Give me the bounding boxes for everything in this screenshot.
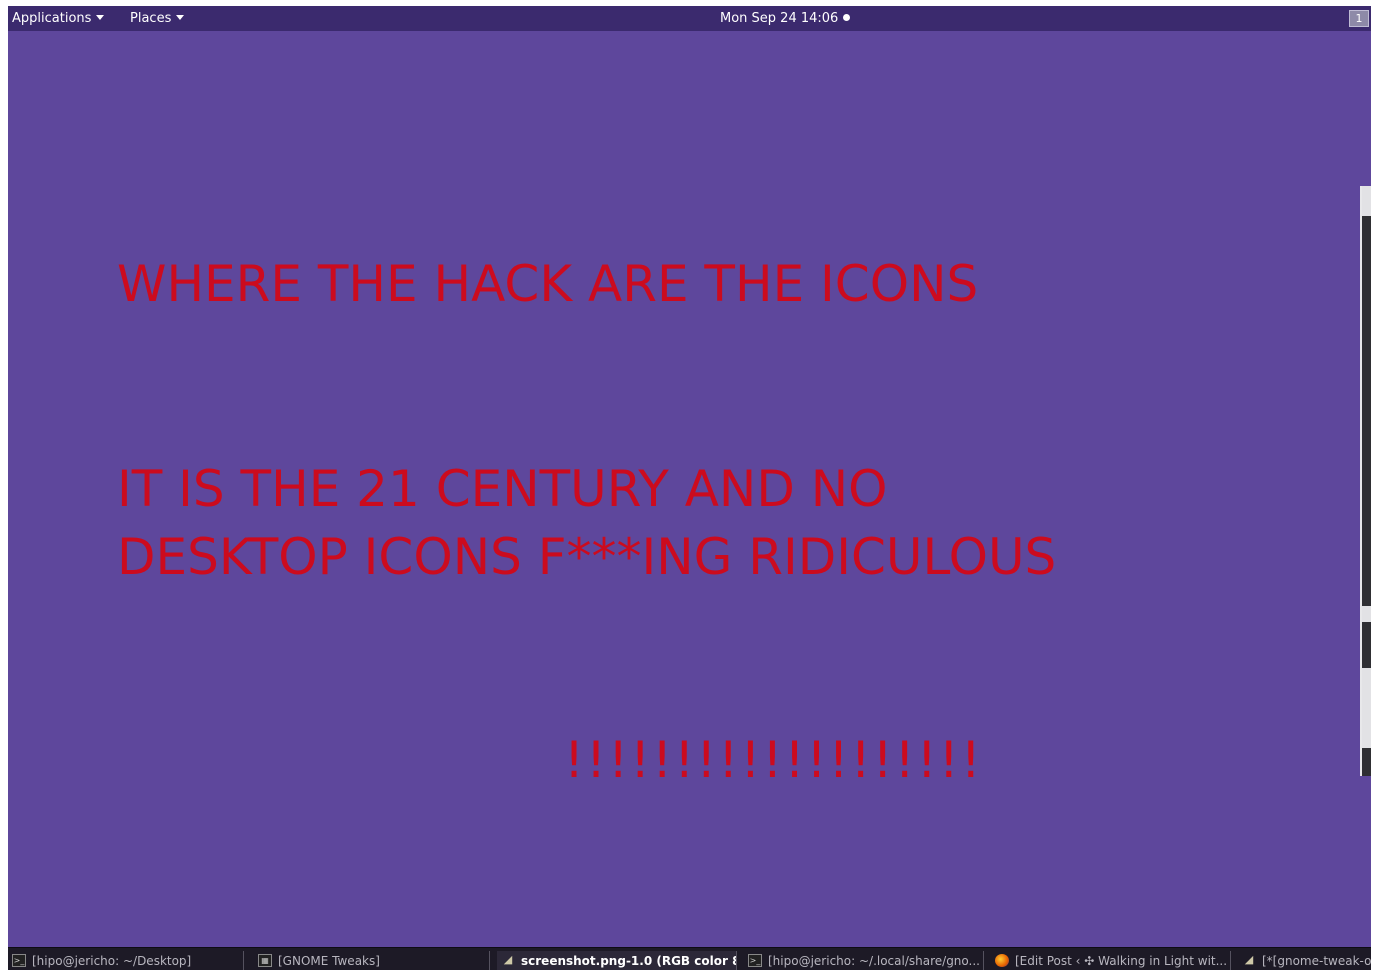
taskbar: >_ [hipo@jericho: ~/Desktop] ▦ [GNOME Tw… (8, 947, 1371, 970)
caret-down-icon (176, 15, 185, 20)
desktop-text-line-1: WHERE THE HACK ARE THE ICONS (117, 255, 979, 313)
taskbar-item-firefox[interactable]: [Edit Post ‹ ✣ Walking in Light wit... (991, 951, 1231, 970)
caret-down-icon (96, 15, 105, 20)
offscreen-window-edge[interactable] (1360, 186, 1371, 776)
taskbar-item-gnome-tweaks[interactable]: ▦ [GNOME Tweaks] (254, 951, 490, 970)
desktop: Applications Places Mon Sep 24 14:06 1 W… (8, 6, 1371, 970)
taskbar-item-label: [hipo@jericho: ~/.local/share/gno... (768, 954, 980, 968)
taskbar-item-gimp-tweak[interactable]: ◢ [*[gnome-tweak-o (1238, 951, 1371, 970)
terminal-icon: >_ (12, 954, 26, 967)
desktop-text-line-2: IT IS THE 21 CENTURY AND NO (117, 460, 888, 518)
gimp-icon: ◢ (503, 953, 513, 966)
applications-menu[interactable]: Applications (12, 6, 105, 31)
places-menu[interactable]: Places (130, 6, 185, 31)
taskbar-item-label: [hipo@jericho: ~/Desktop] (32, 954, 192, 968)
window-edge-segment (1362, 606, 1371, 622)
taskbar-item-terminal-local-share[interactable]: >_ [hipo@jericho: ~/.local/share/gno... (744, 951, 984, 970)
workspace-indicator[interactable]: 1 (1349, 10, 1369, 27)
taskbar-item-label: screenshot.png-1.0 (RGB color 8-... (521, 954, 737, 968)
gimp-icon: ◢ (1244, 953, 1254, 966)
window-edge-segment (1362, 668, 1371, 748)
taskbar-item-gimp-screenshot[interactable]: ◢ screenshot.png-1.0 (RGB color 8-... (497, 951, 737, 970)
desktop-text-line-3: DESKTOP ICONS F***ING RIDICULOUS (117, 528, 1057, 586)
taskbar-item-label: [Edit Post ‹ ✣ Walking in Light wit... (1015, 954, 1228, 968)
clock[interactable]: Mon Sep 24 14:06 (720, 6, 851, 31)
taskbar-item-label: [GNOME Tweaks] (278, 954, 380, 968)
firefox-icon (995, 954, 1009, 967)
notification-dot-icon (843, 14, 851, 21)
window-edge-segment (1362, 186, 1371, 216)
tweaks-icon: ▦ (258, 954, 272, 967)
top-bar: Applications Places Mon Sep 24 14:06 1 (8, 6, 1371, 31)
clock-label: Mon Sep 24 14:06 (720, 11, 839, 26)
places-menu-label: Places (130, 11, 172, 26)
applications-menu-label: Applications (12, 11, 92, 26)
terminal-icon: >_ (748, 954, 762, 967)
taskbar-item-label: [*[gnome-tweak-o (1262, 954, 1371, 968)
taskbar-item-terminal-desktop[interactable]: >_ [hipo@jericho: ~/Desktop] (8, 951, 244, 970)
desktop-text-line-4: !!!!!!!!!!!!!!!!!!! (564, 731, 983, 789)
